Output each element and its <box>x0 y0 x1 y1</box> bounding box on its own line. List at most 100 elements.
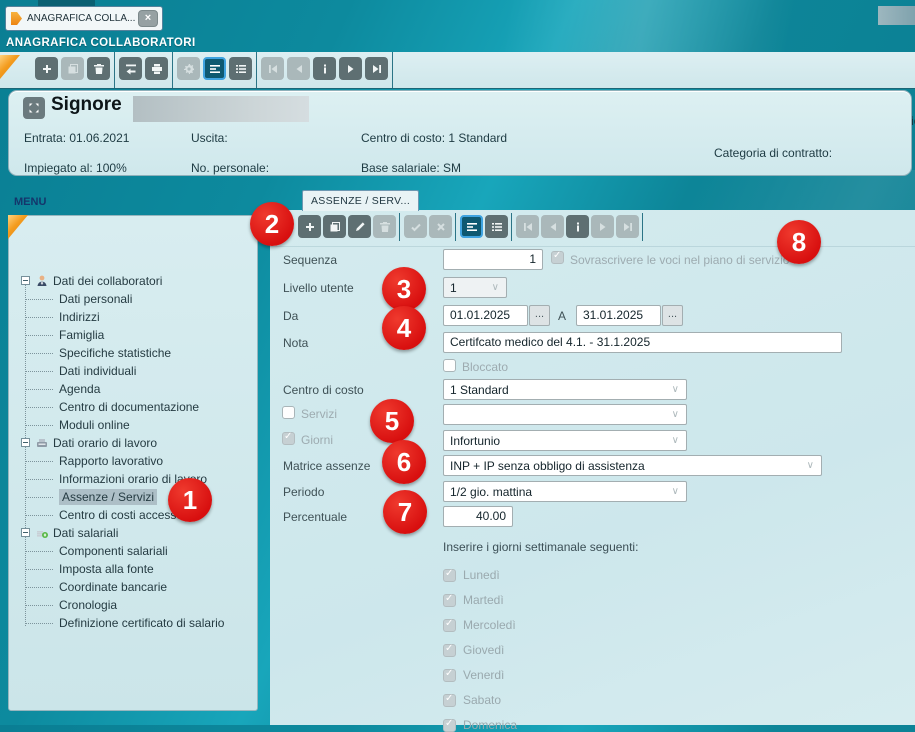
form-view-button[interactable] <box>460 215 483 238</box>
tree-collapse-icon[interactable] <box>21 438 30 447</box>
navigation-menu-panel: Dati dei collaboratori Dati personaliIndi… <box>8 215 258 711</box>
tab-assenze-servizi[interactable]: ASSENZE / SERV... <box>302 190 419 211</box>
menu-item-moduli-online[interactable]: Moduli online <box>9 416 257 434</box>
sequenza-input[interactable]: 1 <box>443 249 543 270</box>
menu-item-dati-dei-collaboratori[interactable]: Dati dei collaboratori <box>9 272 257 290</box>
nav-first-icon <box>266 62 280 76</box>
matrice-assenze-select[interactable]: INP + IP senza obbligo di assistenza ∨ <box>443 455 822 476</box>
tree-collapse-icon[interactable] <box>21 528 30 537</box>
menu-item-agenda[interactable]: Agenda <box>9 380 257 398</box>
menu-item-label: Dati salariali <box>53 526 118 540</box>
menu-item-indirizzi[interactable]: Indirizzi <box>9 308 257 326</box>
weekday-checkbox <box>443 594 456 607</box>
main-toolbar: Attivi ∨ Funzioni globali Solo i collabo… <box>0 52 915 89</box>
da-label: Da <box>283 309 298 323</box>
nav-prev-button <box>541 215 564 238</box>
menu-item-specifiche-statistiche[interactable]: Specifiche statistiche <box>9 344 257 362</box>
giorni-label: Giorni <box>301 433 333 447</box>
menu-item-dati-salariali[interactable]: Dati salariali <box>9 524 257 542</box>
tree-collapse-icon[interactable] <box>21 276 30 285</box>
menu-item-definizione-certificato-di-salario[interactable]: Definizione certificato di salario <box>9 614 257 632</box>
copy-button <box>61 57 84 80</box>
menu-item-centro-di-documentazione[interactable]: Centro di documentazione <box>9 398 257 416</box>
copy-icon <box>328 220 342 234</box>
list-view-button[interactable] <box>485 215 508 238</box>
plus-icon <box>303 220 317 234</box>
nota-label: Nota <box>283 336 308 350</box>
print-icon <box>150 62 164 76</box>
copy-button[interactable] <box>323 215 346 238</box>
goto-record-button[interactable] <box>119 57 142 80</box>
info-button[interactable] <box>313 57 336 80</box>
percentuale-input[interactable]: 40.00 <box>443 506 513 527</box>
servizi-select[interactable]: ∨ <box>443 404 687 425</box>
a-label: A <box>558 309 566 323</box>
giorni-select[interactable]: Infortunio ∨ <box>443 430 687 451</box>
toolbar-separator <box>642 213 643 241</box>
menu-item-imposta-alla-fonte[interactable]: Imposta alla fonte <box>9 560 257 578</box>
menu-item-assenze-servizi[interactable]: Assenze / Servizi <box>9 488 257 506</box>
menu-item-label: Dati dei collaboratori <box>53 274 162 288</box>
nav-next-icon <box>596 220 610 234</box>
plus-button[interactable] <box>35 57 58 80</box>
goto-record-icon <box>124 62 138 76</box>
da-date-browse-button[interactable]: ... <box>529 305 550 326</box>
menu-item-label: Famiglia <box>59 328 104 342</box>
centro-di-costo-select[interactable]: 1 Standard ∨ <box>443 379 687 400</box>
field-categoria-contratto: Categoria di contratto: <box>714 146 832 160</box>
menu-item-famiglia[interactable]: Famiglia <box>9 326 257 344</box>
plus-icon <box>40 62 54 76</box>
nav-last-button[interactable] <box>365 57 388 80</box>
nav-next-button[interactable] <box>339 57 362 80</box>
nav-prev-icon <box>292 62 306 76</box>
menu-item-label: Assenze / Servizi <box>59 489 157 505</box>
servizi-label: Servizi <box>301 407 337 421</box>
menu-item-label: Dati orario di lavoro <box>53 436 157 450</box>
centro-di-costo-label: Centro di costo <box>283 383 364 397</box>
form-view-button[interactable] <box>203 57 226 80</box>
trash-button[interactable] <box>87 57 110 80</box>
menu-item-informazioni-orario-di-lavoro[interactable]: Informazioni orario di lavoro <box>9 470 257 488</box>
plus-button[interactable] <box>298 215 321 238</box>
toolbar-separator <box>455 213 456 241</box>
expand-icon[interactable] <box>23 97 45 119</box>
chevron-down-icon: ∨ <box>668 435 686 446</box>
menu-item-cronologia[interactable]: Cronologia <box>9 596 257 614</box>
tab-close-icon[interactable]: × <box>138 10 158 27</box>
list-view-button[interactable] <box>229 57 252 80</box>
a-date-browse-button[interactable]: ... <box>662 305 683 326</box>
tab-arrow-icon <box>11 12 22 25</box>
weekday-label: Domenica <box>463 718 517 732</box>
document-tab-anagrafica[interactable]: ANAGRAFICA COLLA... × <box>5 6 163 31</box>
annotation-badge-4: 4 <box>382 306 426 350</box>
da-date-input[interactable]: 01.01.2025 <box>443 305 528 326</box>
weekday-row: Mercoledì <box>443 618 516 632</box>
bloccato-checkbox[interactable] <box>443 359 456 372</box>
menu-item-dati-personali[interactable]: Dati personali <box>9 290 257 308</box>
gear-icon <box>182 62 196 76</box>
toolbar-separator <box>114 52 115 88</box>
field-entrata: Entrata: 01.06.2021 <box>24 131 129 145</box>
pencil-button[interactable] <box>348 215 371 238</box>
menu-item-centro-di-costi-accessorio[interactable]: Centro di costi accessorio <box>9 506 257 524</box>
periodo-select[interactable]: 1/2 gio. mattina ∨ <box>443 481 687 502</box>
nota-input[interactable]: Certifcato medico del 4.1. - 31.1.2025 <box>443 332 842 353</box>
print-button[interactable] <box>145 57 168 80</box>
menu-item-dati-individuali[interactable]: Dati individuali <box>9 362 257 380</box>
menu-item-label: Componenti salariali <box>59 544 168 558</box>
menu-item-rapporto-lavorativo[interactable]: Rapporto lavorativo <box>9 452 257 470</box>
list-view-icon <box>490 220 504 234</box>
info-button[interactable] <box>566 215 589 238</box>
close-icon <box>434 220 448 234</box>
menu-item-componenti-salariali[interactable]: Componenti salariali <box>9 542 257 560</box>
weekday-label: Lunedì <box>463 568 500 582</box>
list-view-icon <box>234 62 248 76</box>
menu-item-coordinate-bancarie[interactable]: Coordinate bancarie <box>9 578 257 596</box>
menu-item-dati-orario-di-lavoro[interactable]: Dati orario di lavoro <box>9 434 257 452</box>
info-icon <box>571 220 585 234</box>
chevron-down-icon: ∨ <box>803 460 821 471</box>
nav-next-button <box>591 215 614 238</box>
field-base-salariale: Base salariale: SM <box>361 161 461 175</box>
tree-connector <box>26 551 53 552</box>
a-date-input[interactable]: 31.01.2025 <box>576 305 661 326</box>
